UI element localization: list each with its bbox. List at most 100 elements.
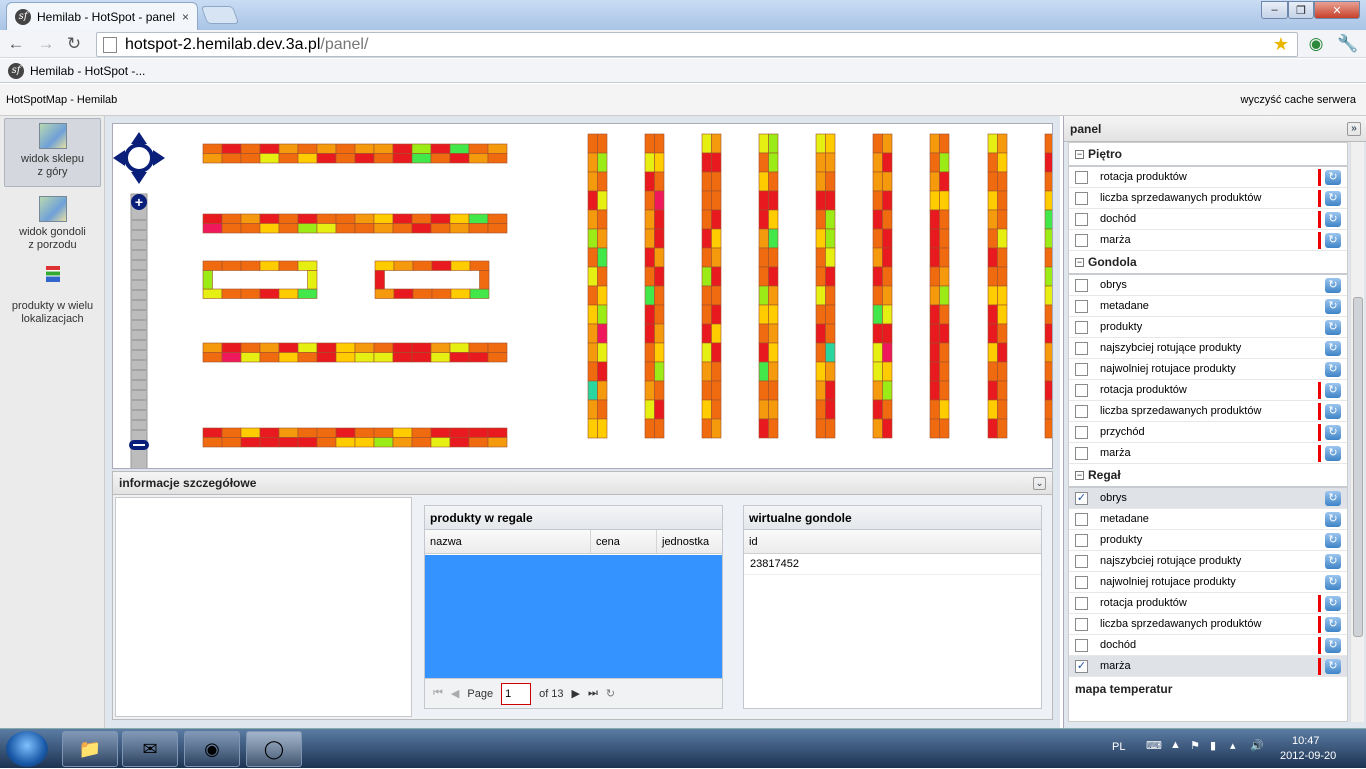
browser-tab[interactable]: sf Hemilab - HotSpot - panel × [6, 2, 198, 30]
layer-row[interactable]: metadane ↻ [1069, 509, 1347, 530]
layer-checkbox[interactable] [1075, 512, 1088, 526]
layer-row[interactable]: metadane ↻ [1069, 296, 1347, 317]
layer-checkbox[interactable] [1075, 362, 1088, 376]
wrench-icon[interactable]: 🔧 [1337, 34, 1358, 54]
collapse-panel-icon[interactable]: » [1347, 122, 1361, 136]
forward-arrow-icon[interactable]: → [36, 34, 56, 54]
layer-row[interactable]: produkty ↻ [1069, 317, 1347, 338]
refresh-layer-icon[interactable]: ↻ [1325, 299, 1341, 314]
layer-row[interactable]: liczba sprzedawanych produktów ↻ [1069, 401, 1347, 422]
refresh-layer-icon[interactable]: ↻ [1325, 191, 1341, 206]
outlook-icon[interactable]: ✉ [122, 731, 178, 767]
column-name[interactable]: nazwa [425, 530, 591, 553]
layer-checkbox[interactable] [1075, 383, 1088, 397]
collapse-icon[interactable]: ⌄ [1033, 477, 1046, 490]
minimize-button[interactable]: – [1261, 1, 1288, 19]
refresh-layer-icon[interactable]: ↻ [1325, 212, 1341, 227]
start-button[interactable] [6, 731, 48, 767]
clock-time[interactable]: 10:47 [1292, 735, 1320, 747]
language-indicator[interactable]: PL [1112, 741, 1125, 753]
layer-checkbox[interactable] [1075, 617, 1088, 631]
layer-row[interactable]: liczba sprzedawanych produktów ↻ [1069, 614, 1347, 635]
column-price[interactable]: cena [591, 530, 657, 553]
chrome-icon[interactable]: ◯ [246, 731, 302, 767]
refresh-layer-icon[interactable]: ↻ [1325, 617, 1341, 632]
panel-section-header[interactable]: − Piętro [1069, 143, 1347, 167]
extension-icon[interactable]: ◉ [1306, 34, 1326, 54]
layer-row[interactable]: dochód ↻ [1069, 209, 1347, 230]
layer-checkbox[interactable]: ✓ [1075, 659, 1088, 673]
column-unit[interactable]: jednostka [657, 530, 722, 553]
refresh-layer-icon[interactable]: ↻ [1325, 278, 1341, 293]
nav-store-top-view[interactable]: widok sklepu z góry [4, 118, 101, 187]
prev-page-icon[interactable]: ◀ [451, 687, 459, 700]
layer-row[interactable]: rotacja produktów ↻ [1069, 167, 1347, 188]
refresh-layer-icon[interactable]: ↻ [1325, 341, 1341, 356]
column-id[interactable]: id [744, 530, 1041, 553]
page-number-input[interactable] [501, 682, 532, 705]
refresh-layer-icon[interactable]: ↻ [1325, 512, 1341, 527]
clock-date[interactable]: 2012-09-20 [1280, 750, 1336, 762]
nav-gondola-front-view[interactable]: widok gondoli z porzodu [4, 192, 101, 258]
pan-control[interactable] [113, 132, 165, 184]
show-hidden-icon[interactable]: ▲ [1170, 739, 1181, 751]
layer-checkbox[interactable] [1075, 212, 1088, 226]
close-window-button[interactable]: ✕ [1314, 1, 1360, 19]
refresh-layer-icon[interactable]: ↻ [1325, 638, 1341, 653]
detail-panel-header[interactable]: informacje szczegółowe ⌄ [112, 471, 1053, 495]
layer-checkbox[interactable] [1075, 554, 1088, 568]
collapse-minus-icon[interactable]: − [1075, 257, 1084, 267]
explorer-icon[interactable]: 📁 [62, 731, 118, 767]
collapse-minus-icon[interactable]: − [1075, 470, 1084, 480]
panel-section-header[interactable]: mapa temperatur [1069, 677, 1347, 701]
layer-row[interactable]: ✓ obrys ↻ [1069, 488, 1347, 509]
layer-row[interactable]: marża ↻ [1069, 230, 1347, 251]
layer-row[interactable]: najwolniej rotujace produkty ↻ [1069, 359, 1347, 380]
battery-icon[interactable]: ▮ [1210, 739, 1216, 752]
next-page-icon[interactable]: ▶ [572, 687, 580, 700]
layer-checkbox[interactable] [1075, 575, 1088, 589]
address-bar[interactable]: hotspot-2.hemilab.dev.3a.pl/panel/ ★ [96, 32, 1298, 57]
refresh-layer-icon[interactable]: ↻ [1325, 491, 1341, 506]
layer-row[interactable]: dochód ↻ [1069, 635, 1347, 656]
tab-close-icon[interactable]: × [182, 10, 189, 24]
panel-scrollbar[interactable] [1350, 142, 1364, 722]
restore-button[interactable]: ❐ [1288, 1, 1314, 19]
layer-row[interactable]: najszybciej rotujące produkty ↻ [1069, 338, 1347, 359]
bookmark-item[interactable]: Hemilab - HotSpot -... [30, 64, 145, 78]
refresh-layer-icon[interactable]: ↻ [1325, 233, 1341, 248]
layer-checkbox[interactable] [1075, 170, 1088, 184]
refresh-layer-icon[interactable]: ↻ [1325, 575, 1341, 590]
layer-checkbox[interactable] [1075, 533, 1088, 547]
layer-row[interactable]: obrys ↻ [1069, 275, 1347, 296]
layer-checkbox[interactable] [1075, 425, 1088, 439]
layer-checkbox[interactable] [1075, 446, 1088, 460]
layer-checkbox[interactable] [1075, 278, 1088, 292]
flag-icon[interactable]: ⚑ [1190, 739, 1200, 752]
layer-row[interactable]: przychód ↻ [1069, 422, 1347, 443]
refresh-layer-icon[interactable]: ↻ [1325, 383, 1341, 398]
layer-row[interactable]: rotacja produktów ↻ [1069, 593, 1347, 614]
back-arrow-icon[interactable]: ← [6, 34, 26, 54]
layer-row[interactable]: najszybciej rotujące produkty ↻ [1069, 551, 1347, 572]
refresh-layer-icon[interactable]: ↻ [1325, 596, 1341, 611]
reload-icon[interactable]: ↻ [64, 34, 84, 54]
refresh-icon[interactable]: ↻ [606, 687, 615, 700]
layer-checkbox[interactable] [1075, 341, 1088, 355]
layer-checkbox[interactable] [1075, 299, 1088, 313]
layer-row[interactable]: produkty ↻ [1069, 530, 1347, 551]
bookmark-star-icon[interactable]: ★ [1273, 34, 1289, 55]
scrollbar-thumb[interactable] [1353, 297, 1363, 637]
clear-cache-link[interactable]: wyczyść cache serwera [1240, 94, 1356, 106]
layer-checkbox[interactable] [1075, 320, 1088, 334]
layer-checkbox[interactable]: ✓ [1075, 491, 1088, 505]
zoom-slider[interactable]: + [129, 193, 149, 469]
layer-row[interactable]: najwolniej rotujace produkty ↻ [1069, 572, 1347, 593]
refresh-layer-icon[interactable]: ↻ [1325, 446, 1341, 461]
layer-checkbox[interactable] [1075, 233, 1088, 247]
first-page-icon[interactable]: ⏮ [433, 687, 443, 700]
last-page-icon[interactable]: ⏭ [588, 687, 598, 700]
layer-row[interactable]: ✓ marża ↻ [1069, 656, 1347, 677]
nav-multi-location-products[interactable]: produkty w wielu lokalizacjach [4, 266, 101, 326]
layer-row[interactable]: marża ↻ [1069, 443, 1347, 464]
